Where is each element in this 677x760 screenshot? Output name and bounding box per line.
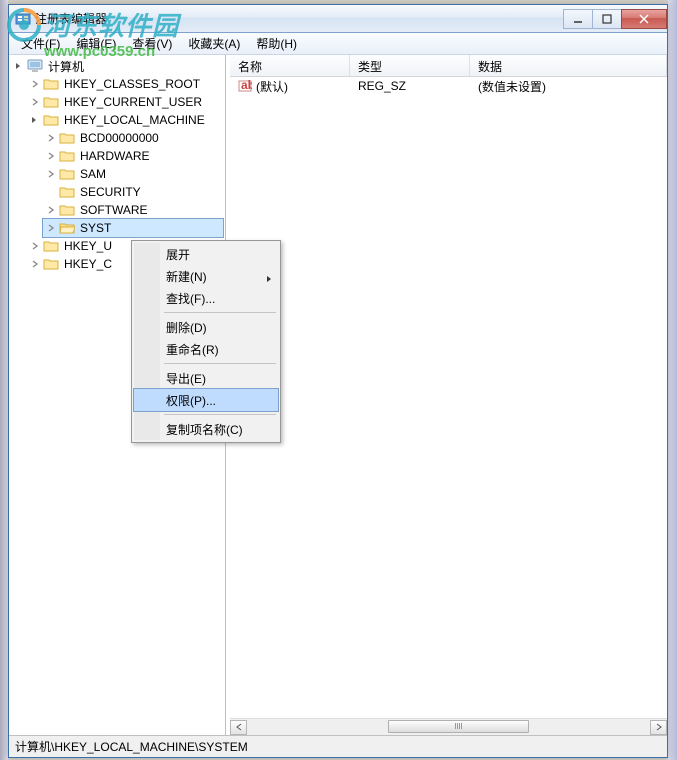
folder-icon [59, 167, 75, 181]
scroll-thumb[interactable] [388, 720, 529, 733]
expand-icon[interactable] [45, 204, 57, 216]
folder-icon [43, 113, 59, 127]
ctx-label: 复制项名称(C) [166, 421, 243, 438]
value-type: REG_SZ [350, 79, 470, 93]
tree-bcd[interactable]: BCD00000000 [43, 129, 223, 147]
ctx-label: 删除(D) [166, 319, 207, 336]
tree-label: SOFTWARE [78, 203, 150, 217]
tree-label: HKEY_C [62, 257, 114, 271]
tree-software[interactable]: SOFTWARE [43, 201, 223, 219]
computer-icon [27, 59, 43, 73]
tree-label: SECURITY [78, 185, 143, 199]
tree-label: SYST [78, 221, 113, 235]
value-data: (数值未设置) [470, 78, 667, 95]
expand-icon[interactable] [45, 132, 57, 144]
ctx-rename[interactable]: 重命名(R) [134, 338, 278, 360]
ctx-label: 导出(E) [166, 370, 206, 387]
menu-view[interactable]: 查看(V) [124, 33, 180, 54]
expand-icon[interactable] [45, 150, 57, 162]
expand-icon[interactable] [29, 258, 41, 270]
tree-label: HKEY_CLASSES_ROOT [62, 77, 202, 91]
ctx-label: 查找(F)... [166, 290, 215, 307]
ctx-new[interactable]: 新建(N) [134, 265, 278, 287]
expand-icon[interactable] [45, 168, 57, 180]
list-body[interactable]: ab (默认) REG_SZ (数值未设置) [230, 77, 667, 718]
tree-hardware[interactable]: HARDWARE [43, 147, 223, 165]
horizontal-scrollbar[interactable] [230, 718, 667, 735]
ctx-find[interactable]: 查找(F)... [134, 287, 278, 309]
tree-root[interactable]: 计算机 [11, 57, 223, 75]
folder-icon [59, 185, 75, 199]
ctx-permissions[interactable]: 权限(P)... [134, 389, 278, 411]
folder-icon [43, 95, 59, 109]
separator [164, 312, 276, 313]
collapse-icon[interactable] [13, 60, 25, 72]
statusbar: 计算机\HKEY_LOCAL_MACHINE\SYSTEM [9, 735, 667, 757]
ctx-export[interactable]: 导出(E) [134, 367, 278, 389]
tree-label: SAM [78, 167, 108, 181]
string-value-icon: ab [238, 79, 252, 93]
tree-label: BCD00000000 [78, 131, 161, 145]
tree-hkcu[interactable]: HKEY_CURRENT_USER [27, 93, 223, 111]
minimize-button[interactable] [563, 9, 593, 29]
menu-file[interactable]: 文件(F) [13, 33, 68, 54]
scroll-right-button[interactable] [650, 720, 667, 735]
expand-icon[interactable] [29, 96, 41, 108]
ctx-label: 权限(P)... [166, 392, 216, 409]
expand-icon[interactable] [45, 222, 57, 234]
folder-icon [59, 203, 75, 217]
col-data[interactable]: 数据 [470, 55, 667, 76]
tree-system[interactable]: SYST [43, 219, 223, 237]
expand-icon[interactable] [29, 240, 41, 252]
list-row[interactable]: ab (默认) REG_SZ (数值未设置) [230, 77, 667, 95]
folder-icon [43, 77, 59, 91]
value-name: (默认) [256, 78, 288, 95]
scroll-track[interactable] [247, 720, 650, 735]
folder-icon [59, 149, 75, 163]
context-menu: 展开 新建(N) 查找(F)... 删除(D) 重命名(R) 导出(E) 权限(… [131, 240, 281, 443]
ctx-copy-key-name[interactable]: 复制项名称(C) [134, 418, 278, 440]
col-type[interactable]: 类型 [350, 55, 470, 76]
app-icon [15, 11, 31, 27]
ctx-label: 新建(N) [166, 268, 207, 285]
regedit-window: 注册表编辑器 文件(F) 编辑(E) 查看(V) 收藏夹(A) 帮助(H) 计算… [8, 4, 668, 758]
submenu-arrow-icon [266, 272, 272, 286]
ctx-expand[interactable]: 展开 [134, 243, 278, 265]
maximize-button[interactable] [592, 9, 622, 29]
col-name[interactable]: 名称 [230, 55, 350, 76]
separator [164, 414, 276, 415]
tree-label: HKEY_CURRENT_USER [62, 95, 204, 109]
value-pane: 名称 类型 数据 ab (默认) REG_SZ (数值未设置) [230, 55, 667, 735]
tree-label: HKEY_LOCAL_MACHINE [62, 113, 207, 127]
status-path: 计算机\HKEY_LOCAL_MACHINE\SYSTEM [15, 738, 248, 755]
tree-security[interactable]: SECURITY [43, 183, 223, 201]
list-header: 名称 类型 数据 [230, 55, 667, 77]
separator [164, 363, 276, 364]
ctx-label: 展开 [166, 246, 190, 263]
window-title: 注册表编辑器 [35, 10, 564, 27]
menubar: 文件(F) 编辑(E) 查看(V) 收藏夹(A) 帮助(H) [9, 33, 667, 55]
svg-text:ab: ab [241, 79, 252, 92]
tree-sam[interactable]: SAM [43, 165, 223, 183]
tree-label: 计算机 [46, 58, 86, 75]
scroll-left-button[interactable] [230, 720, 247, 735]
tree-hklm[interactable]: HKEY_LOCAL_MACHINE [27, 111, 223, 129]
tree-label: HARDWARE [78, 149, 152, 163]
folder-icon [59, 131, 75, 145]
folder-icon [43, 239, 59, 253]
close-button[interactable] [621, 9, 667, 29]
expand-icon[interactable] [29, 78, 41, 90]
folder-icon [43, 257, 59, 271]
ctx-label: 重命名(R) [166, 341, 219, 358]
titlebar[interactable]: 注册表编辑器 [9, 5, 667, 33]
tree-label: HKEY_U [62, 239, 114, 253]
ctx-delete[interactable]: 删除(D) [134, 316, 278, 338]
folder-open-icon [59, 221, 75, 235]
collapse-icon[interactable] [29, 114, 41, 126]
menu-edit[interactable]: 编辑(E) [68, 33, 124, 54]
menu-favorites[interactable]: 收藏夹(A) [180, 33, 248, 54]
menu-help[interactable]: 帮助(H) [248, 33, 305, 54]
tree-hkcr[interactable]: HKEY_CLASSES_ROOT [27, 75, 223, 93]
